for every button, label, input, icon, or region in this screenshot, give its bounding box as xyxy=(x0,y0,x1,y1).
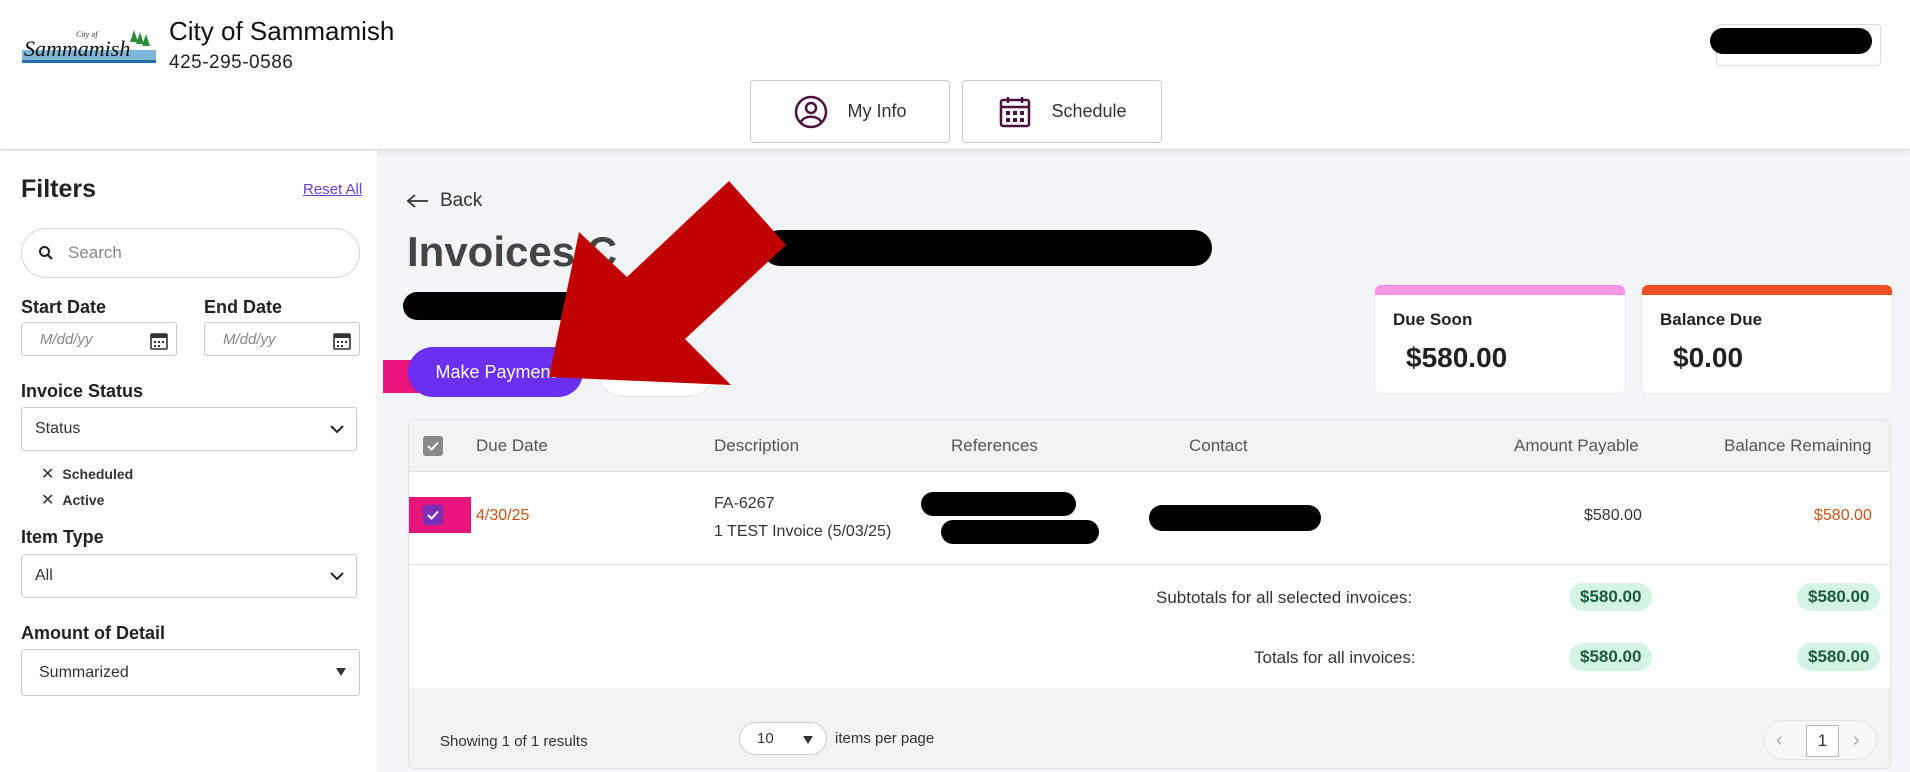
search-field[interactable] xyxy=(21,228,360,278)
calendar-picker-icon[interactable] xyxy=(332,331,352,351)
current-page-button[interactable]: 1 xyxy=(1806,725,1839,757)
previous-page-icon[interactable]: ‹ xyxy=(1776,729,1783,752)
remove-chip-icon[interactable]: ✕ xyxy=(41,490,54,510)
column-header-references[interactable]: References xyxy=(951,436,1038,456)
logo-text: Sammamish xyxy=(24,36,130,61)
total-amount-badge: $580.00 xyxy=(1569,643,1653,671)
dropdown-triangle-icon xyxy=(336,668,346,676)
redacted-title xyxy=(762,230,1212,266)
status-chip-label: Active xyxy=(62,492,105,508)
due-soon-value: $580.00 xyxy=(1406,342,1508,373)
table-row[interactable]: 4/30/25 FA-6267 1 TEST Invoice (5/03/25)… xyxy=(409,473,1890,565)
page-title: Invoices C xyxy=(407,228,618,275)
check-icon xyxy=(427,441,439,451)
chevron-down-icon xyxy=(330,425,344,434)
items-per-page-label: items per page xyxy=(835,730,935,747)
total-label: Totals for all invoices: xyxy=(1254,648,1416,667)
check-icon xyxy=(427,510,439,520)
items-per-page-value: 10 xyxy=(757,730,774,747)
results-count: Showing 1 of 1 results xyxy=(440,733,588,750)
amount-of-detail-label: Amount of Detail xyxy=(21,623,165,643)
status-chip-label: Scheduled xyxy=(62,466,134,482)
next-page-icon[interactable]: › xyxy=(1853,729,1860,752)
city-logo-icon[interactable]: City of Sammamish xyxy=(22,28,156,68)
amount-of-detail-value: Summarized xyxy=(39,663,129,681)
card-accent-bar xyxy=(1642,285,1892,295)
status-chip-scheduled[interactable]: ✕ Scheduled xyxy=(41,464,133,484)
invoice-status-label: Invoice Status xyxy=(21,381,144,401)
column-header-amount-payable[interactable]: Amount Payable xyxy=(1514,436,1639,456)
items-per-page-select[interactable]: 10 xyxy=(739,722,827,755)
make-payment-button[interactable]: Make Payment xyxy=(408,347,583,397)
row-description-id: FA-6267 xyxy=(714,495,775,512)
table-footer xyxy=(409,688,1890,768)
redacted-user-name xyxy=(1710,28,1872,54)
invoice-status-select[interactable]: Status xyxy=(21,407,357,451)
nav-my-info-label: My Info xyxy=(847,101,907,121)
item-type-select[interactable]: All xyxy=(21,554,357,598)
due-soon-title: Due Soon xyxy=(1393,310,1473,329)
nav-my-info[interactable]: My Info xyxy=(750,80,950,143)
nav-schedule-label: Schedule xyxy=(1051,101,1127,121)
org-phone: 425-295-0586 xyxy=(169,52,294,73)
column-header-contact[interactable]: Contact xyxy=(1189,436,1248,456)
subtotal-balance-badge: $580.00 xyxy=(1797,583,1881,611)
back-label: Back xyxy=(440,190,483,211)
row-due-date: 4/30/25 xyxy=(476,507,530,524)
due-soon-card: Due Soon $580.00 xyxy=(1375,285,1625,393)
invoices-table: Due Date Description References Contact … xyxy=(408,419,1891,769)
amount-of-detail-select[interactable]: Summarized xyxy=(21,649,360,696)
end-date-input[interactable] xyxy=(223,330,323,348)
item-type-label: Item Type xyxy=(21,527,104,547)
select-all-checkbox[interactable] xyxy=(423,436,443,456)
remove-chip-icon[interactable]: ✕ xyxy=(41,464,54,484)
start-date-input[interactable] xyxy=(40,330,140,348)
search-icon xyxy=(39,246,53,260)
total-balance-badge: $580.00 xyxy=(1797,643,1881,671)
column-header-balance-remaining[interactable]: Balance Remaining xyxy=(1724,436,1871,456)
subtotal-amount-badge: $580.00 xyxy=(1569,583,1653,611)
chevron-down-icon xyxy=(330,572,344,581)
user-circle-icon xyxy=(795,95,828,128)
item-type-value: All xyxy=(35,567,53,584)
balance-due-title: Balance Due xyxy=(1660,310,1763,329)
redacted-reference xyxy=(921,492,1076,516)
calendar-icon xyxy=(1000,96,1031,127)
table-header: Due Date Description References Contact … xyxy=(409,420,1890,472)
app-header: City of Sammamish City of Sammamish 425-… xyxy=(0,0,1910,150)
arrow-left-icon xyxy=(406,194,428,208)
start-date-field[interactable] xyxy=(21,322,177,356)
end-date-field[interactable] xyxy=(204,322,360,356)
redacted-subtitle xyxy=(403,292,583,320)
search-input[interactable] xyxy=(68,243,318,263)
start-date-label: Start Date xyxy=(21,297,107,317)
row-amount-payable: $580.00 xyxy=(1584,507,1642,524)
redacted-reference xyxy=(941,520,1099,544)
balance-due-value: $0.00 xyxy=(1673,342,1744,373)
redacted-contact xyxy=(1149,505,1321,531)
balance-due-card: Balance Due $0.00 xyxy=(1642,285,1892,393)
org-name: City of Sammamish xyxy=(169,16,395,46)
reset-all-link[interactable]: Reset All xyxy=(303,181,362,198)
invoice-status-value: Status xyxy=(35,420,81,437)
back-link[interactable]: Back xyxy=(406,190,482,212)
card-accent-bar xyxy=(1375,285,1625,295)
subtotal-label: Subtotals for all selected invoices: xyxy=(1156,588,1413,607)
column-header-due-date[interactable]: Due Date xyxy=(476,436,548,456)
dropdown-triangle-icon xyxy=(803,736,813,744)
calendar-picker-icon[interactable] xyxy=(149,331,169,351)
end-date-label: End Date xyxy=(204,297,283,317)
row-description-text: 1 TEST Invoice (5/03/25) xyxy=(714,523,892,540)
row-select-checkbox[interactable] xyxy=(423,505,443,525)
receipt-button[interactable]: Receipt xyxy=(598,347,714,397)
column-header-description[interactable]: Description xyxy=(714,436,799,456)
pagination: ‹ 1 › xyxy=(1764,720,1877,760)
filters-title: Filters xyxy=(21,175,97,203)
nav-schedule[interactable]: Schedule xyxy=(962,80,1162,143)
row-balance-remaining: $580.00 xyxy=(1814,507,1872,524)
status-chip-active[interactable]: ✕ Active xyxy=(41,490,104,510)
